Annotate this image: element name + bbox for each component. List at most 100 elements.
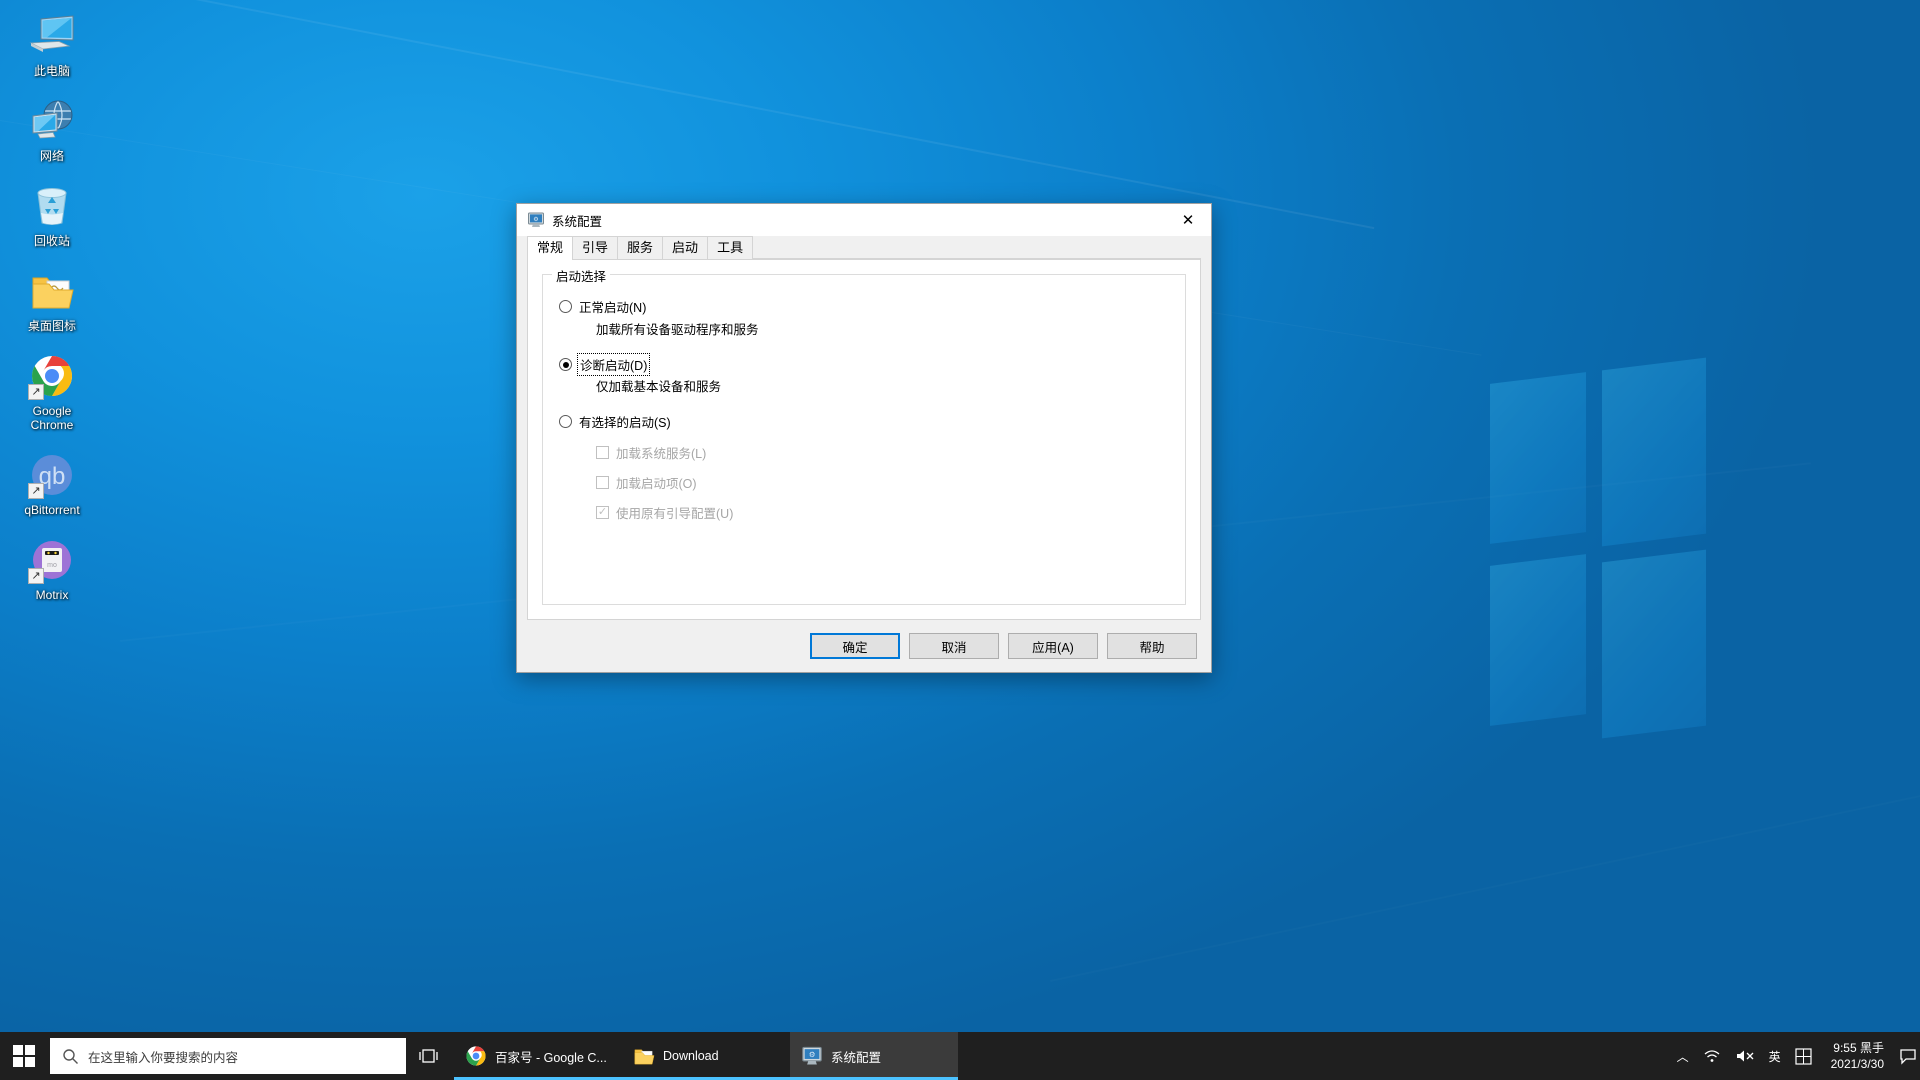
system-configuration-dialog[interactable]: ⚙ 系统配置 ✕ 常规 引导 服务 启动 工具 启动选择 正常启动(N) 加载所… — [516, 203, 1212, 673]
startup-selection-group: 启动选择 正常启动(N) 加载所有设备驱动程序和服务 诊断启动(D) 仅加载基本… — [542, 266, 1186, 605]
wallpaper-streak — [1050, 793, 1920, 982]
desktop-icon-label: Google Chrome — [30, 404, 74, 432]
chevron-up-icon[interactable]: ︿ — [1670, 1032, 1696, 1080]
ok-button[interactable]: 确定 — [810, 633, 900, 659]
desktop-icon-label: qBittorrent — [24, 503, 80, 517]
svg-text:mo: mo — [47, 562, 57, 569]
apply-button[interactable]: 应用(A) — [1008, 633, 1098, 659]
folder-icon — [633, 1045, 655, 1067]
ime-language-indicator[interactable]: 英 — [1762, 1032, 1788, 1080]
desktop-icon-motrix[interactable]: mo ↗ Motrix — [11, 532, 93, 605]
taskbar[interactable]: 在这里输入你要搜索的内容 百家号 - Google C... Download … — [0, 1032, 1920, 1080]
close-icon[interactable]: ✕ — [1165, 205, 1211, 236]
taskbar-item-label: 系统配置 — [831, 1050, 882, 1065]
checkbox-icon — [596, 476, 609, 489]
clock[interactable]: 9:55 黑手 2021/3/30 — [1819, 1032, 1896, 1080]
wallpaper-streak — [0, 0, 1375, 230]
qbittorrent-icon: qb ↗ — [28, 451, 76, 499]
search-icon — [62, 1048, 79, 1065]
radio-diagnostic-startup-label: 诊断启动(D) — [576, 353, 651, 376]
wifi-icon[interactable] — [1696, 1032, 1728, 1080]
desktop-icon-label: 此电脑 — [33, 64, 70, 78]
group-title: 启动选择 — [552, 266, 611, 285]
radio-normal-startup-label: 正常启动(N) — [579, 301, 647, 315]
tab-services[interactable]: 服务 — [617, 236, 664, 259]
tab-tools[interactable]: 工具 — [707, 236, 754, 259]
tab-panel-general: 启动选择 正常启动(N) 加载所有设备驱动程序和服务 诊断启动(D) 仅加载基本… — [527, 259, 1201, 620]
shortcut-arrow-icon: ↗ — [28, 568, 44, 584]
tab-general[interactable]: 常规 — [527, 236, 574, 260]
checkbox-load-system-services-label: 加载系统服务(L) — [616, 447, 707, 461]
tab-startup[interactable]: 启动 — [662, 236, 709, 259]
checkbox-load-system-services: 加载系统服务(L) — [596, 443, 706, 462]
radio-button-icon[interactable] — [559, 415, 572, 428]
desktop-icon-recycle-bin[interactable]: 回收站 — [11, 178, 93, 251]
checkbox-icon — [596, 446, 609, 459]
ime-icon[interactable] — [1788, 1032, 1819, 1080]
radio-normal-startup[interactable]: 正常启动(N) — [559, 297, 646, 316]
desktop-icon-grid: 此电脑 网络 回收站 桌面图标 ↗ Google Chrome qb ↗ qBi… — [0, 8, 104, 617]
desktop-icon-label: 网络 — [39, 149, 64, 163]
checkbox-load-startup-items: 加载启动项(O) — [596, 473, 697, 492]
desktop-icon-network[interactable]: 网络 — [11, 93, 93, 166]
desktop-icon-label: 回收站 — [33, 234, 70, 248]
desktop-icon-label: Motrix — [35, 588, 69, 602]
chrome-icon: ↗ — [28, 352, 76, 400]
dialog-tabstrip[interactable]: 常规 引导 服务 启动 工具 — [517, 236, 1211, 260]
windows-logo-icon — [13, 1045, 35, 1067]
this-pc-icon — [28, 12, 76, 60]
desktop-icon-google-chrome[interactable]: ↗ Google Chrome — [11, 348, 93, 435]
normal-startup-description: 加载所有设备驱动程序和服务 — [596, 323, 759, 337]
dialog-button-bar: 确定 取消 应用(A) 帮助 — [517, 620, 1211, 672]
desktop-icon-this-pc[interactable]: 此电脑 — [11, 8, 93, 81]
volume-muted-icon[interactable] — [1728, 1032, 1762, 1080]
desktop[interactable]: 此电脑 网络 回收站 桌面图标 ↗ Google Chrome qb ↗ qBi… — [0, 0, 1920, 1080]
taskbar-item-download[interactable]: Download — [622, 1032, 790, 1080]
network-icon — [28, 97, 76, 145]
search-placeholder-text: 在这里输入你要搜索的内容 — [88, 1050, 239, 1065]
system-config-icon: ⚙ — [527, 211, 545, 229]
windows-wallpaper-logo — [1480, 357, 1710, 740]
notification-icon[interactable] — [1896, 1032, 1920, 1080]
taskbar-item-label: Download — [663, 1049, 719, 1063]
diagnostic-startup-description: 仅加载基本设备和服务 — [596, 380, 722, 394]
motrix-icon: mo ↗ — [28, 536, 76, 584]
radio-selective-startup-label: 有选择的启动(S) — [579, 416, 671, 430]
radio-button-icon[interactable] — [559, 300, 572, 313]
clock-date: 2021/3/30 — [1830, 1057, 1884, 1071]
task-view-button[interactable] — [406, 1032, 454, 1080]
task-view-icon — [419, 1049, 438, 1063]
svg-text:⚙: ⚙ — [809, 1050, 816, 1059]
checkbox-checked-icon: ✓ — [596, 506, 609, 519]
recycle-bin-icon — [28, 182, 76, 230]
taskbar-item-system-configuration[interactable]: ⚙ 系统配置 — [790, 1032, 958, 1080]
desktop-icon-qbittorrent[interactable]: qb ↗ qBittorrent — [11, 447, 93, 520]
checkbox-use-original-boot-config: ✓ 使用原有引导配置(U) — [596, 503, 733, 522]
dialog-title: 系统配置 — [552, 214, 603, 229]
system-tray: ︿ 英 9:55 黑手 2021/3/30 — [1670, 1032, 1920, 1080]
folder-icon — [28, 267, 76, 315]
desktop-icon-folder[interactable]: 桌面图标 — [11, 263, 93, 336]
shortcut-arrow-icon: ↗ — [28, 384, 44, 400]
radio-selective-startup[interactable]: 有选择的启动(S) — [559, 412, 671, 431]
shortcut-arrow-icon: ↗ — [28, 483, 44, 499]
chrome-icon — [465, 1045, 487, 1067]
taskbar-item-chrome[interactable]: 百家号 - Google C... — [454, 1032, 622, 1080]
clock-owner: 黑手 — [1859, 1041, 1884, 1055]
checkbox-load-startup-items-label: 加载启动项(O) — [616, 477, 697, 491]
clock-time: 9:55 — [1833, 1041, 1857, 1055]
radio-button-selected-icon[interactable] — [559, 358, 572, 371]
system-config-icon: ⚙ — [801, 1045, 823, 1067]
taskbar-item-label: 百家号 - Google C... — [495, 1050, 607, 1065]
cancel-button[interactable]: 取消 — [909, 633, 999, 659]
start-button[interactable] — [0, 1032, 48, 1080]
checkbox-use-original-boot-config-label: 使用原有引导配置(U) — [616, 507, 734, 521]
desktop-icon-label: 桌面图标 — [27, 319, 76, 333]
search-input[interactable]: 在这里输入你要搜索的内容 — [50, 1038, 406, 1074]
help-button[interactable]: 帮助 — [1107, 633, 1197, 659]
svg-text:⚙: ⚙ — [533, 216, 538, 223]
tab-boot[interactable]: 引导 — [572, 236, 619, 259]
clock-time-and-owner: 9:55 黑手 — [1833, 1040, 1884, 1056]
radio-diagnostic-startup[interactable]: 诊断启动(D) — [559, 353, 651, 376]
dialog-titlebar[interactable]: ⚙ 系统配置 ✕ — [517, 204, 1211, 236]
